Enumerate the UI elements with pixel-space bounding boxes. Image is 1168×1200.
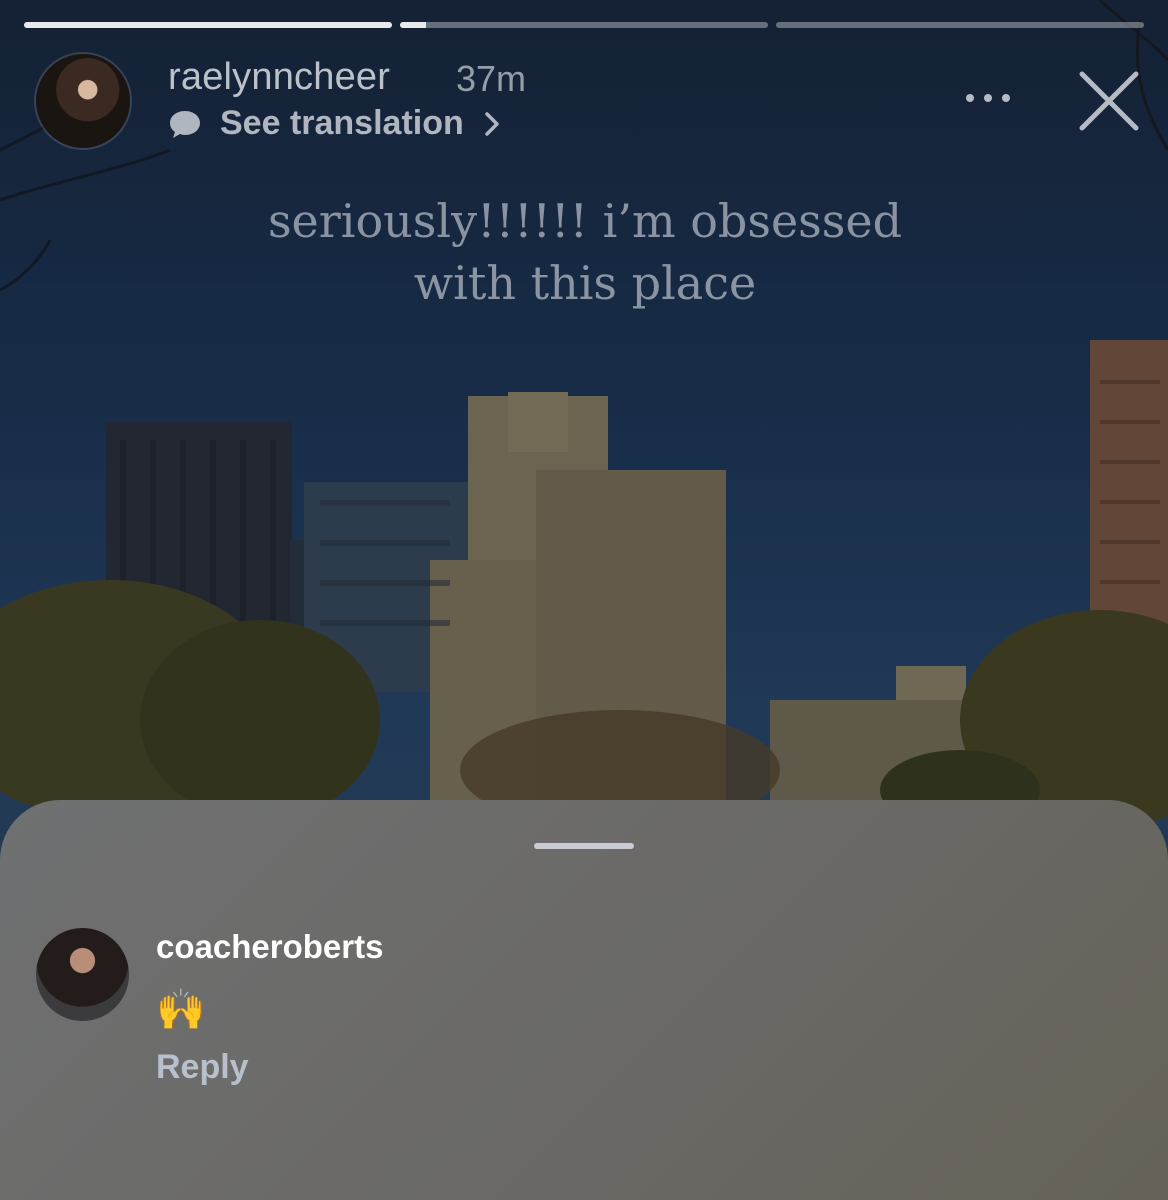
progress-segment (776, 22, 1144, 28)
more-dot (1002, 94, 1010, 102)
more-horizontal-icon[interactable] (966, 94, 1010, 102)
progress-segment (24, 22, 392, 28)
progress-fill (400, 22, 426, 28)
sheet-drag-handle[interactable] (534, 843, 634, 849)
more-dot (966, 94, 974, 102)
see-translation-label: See translation (220, 104, 464, 142)
chevron-right-icon (485, 111, 499, 136)
author-avatar[interactable] (36, 54, 130, 148)
post-time: 37m (456, 58, 527, 99)
commenter-username[interactable]: coacheroberts (156, 928, 383, 966)
progress-fill (24, 22, 392, 28)
commenter-avatar[interactable] (36, 928, 129, 1021)
close-icon[interactable] (1078, 70, 1140, 132)
story-progress (24, 22, 1144, 28)
see-translation-button[interactable]: See translation (168, 104, 502, 143)
story-caption: seriously!!!!!! i’m obsessed with this p… (200, 190, 970, 314)
caption-line: seriously!!!!!! i’m obsessed (267, 194, 903, 248)
caption-line: with this place (413, 256, 757, 310)
progress-segment (400, 22, 768, 28)
reply-button[interactable]: Reply (156, 1048, 249, 1087)
more-dot (984, 94, 992, 102)
author-username[interactable]: raelynncheer (168, 56, 390, 99)
speech-bubble-icon (170, 110, 200, 138)
comment-text: 🙌 (156, 988, 206, 1032)
